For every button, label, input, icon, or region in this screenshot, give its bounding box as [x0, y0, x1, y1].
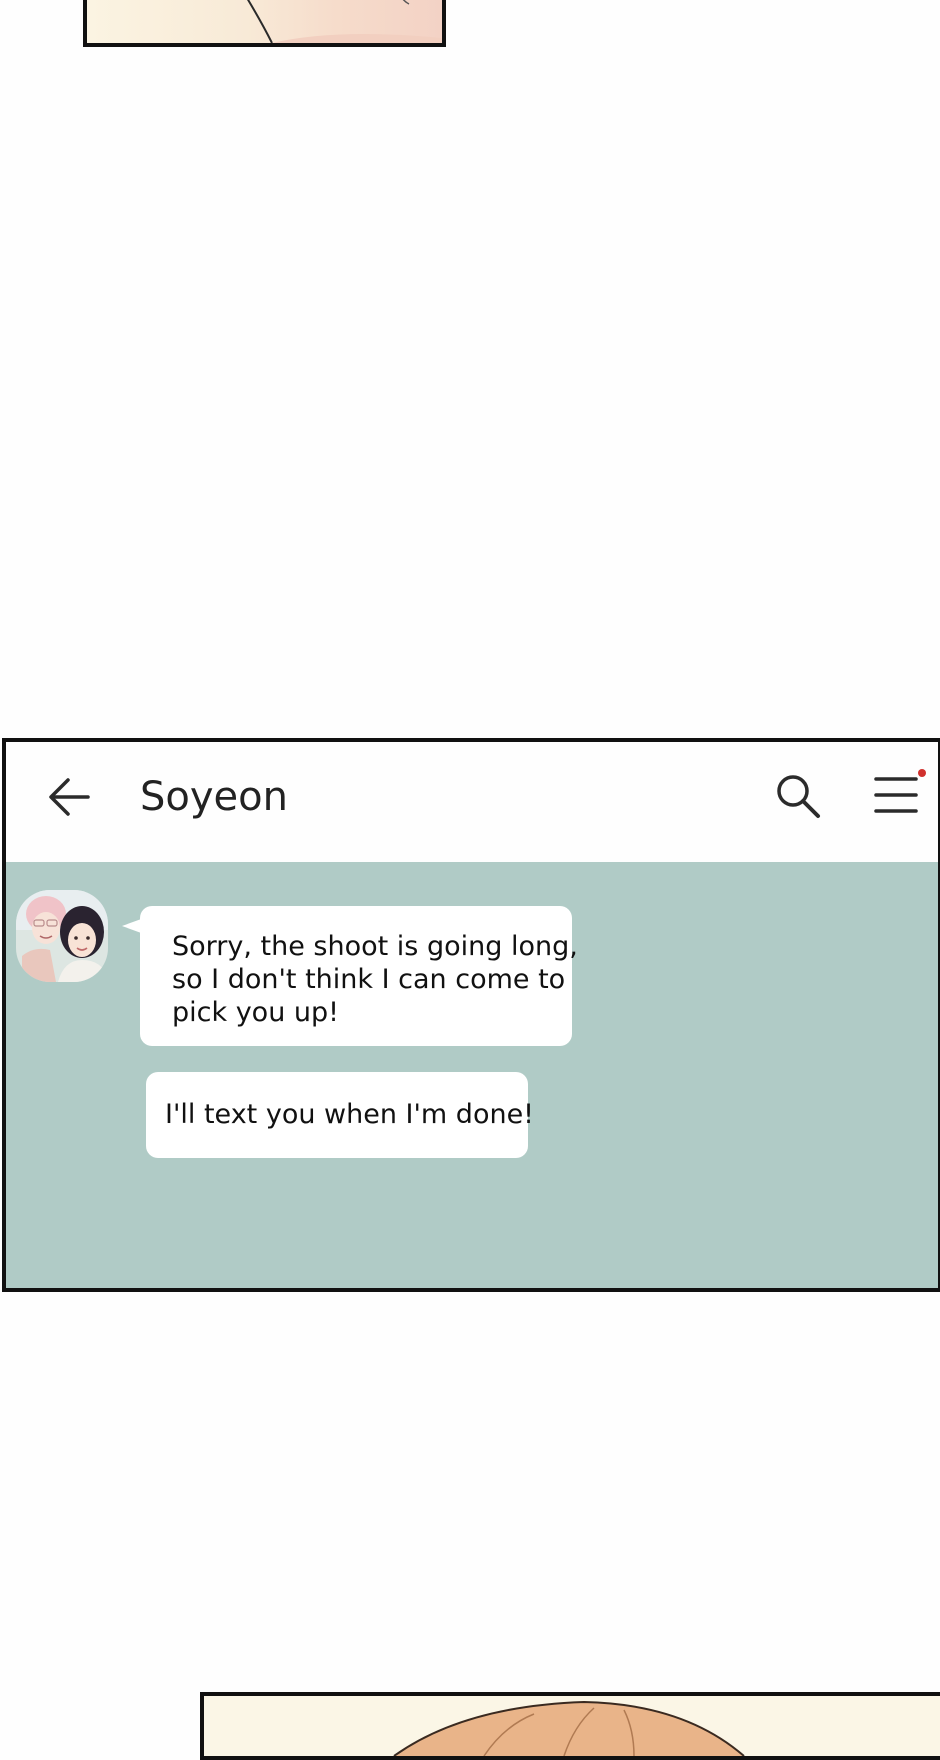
- bottom-panel-illustration: [393, 1700, 745, 1756]
- contact-name: Soyeon: [140, 774, 288, 820]
- menu-icon: [874, 777, 918, 813]
- back-button[interactable]: [44, 772, 94, 822]
- contact-avatar[interactable]: [16, 890, 108, 982]
- avatar-image: [16, 890, 108, 982]
- bottom-comic-panel: [200, 1692, 940, 1760]
- bubble-tail: [122, 918, 144, 934]
- message-text-line: I'll text you when I'm done!: [165, 1099, 535, 1130]
- top-panel-illustration: [247, 0, 442, 43]
- chat-header: Soyeon: [6, 742, 938, 862]
- message-text-line: pick you up!: [172, 997, 339, 1028]
- message-bubble: I'll text you when I'm done!: [146, 1072, 534, 1158]
- message-text-line: so I don't think I can come to: [172, 964, 566, 995]
- message-text-line: Sorry, the shoot is going long,: [172, 931, 578, 962]
- back-arrow-icon: [49, 778, 90, 816]
- chat-screen-panel: Soyeon Sorry, the shoot is going long, s…: [2, 738, 940, 1292]
- message-bubble: Sorry, the shoot is going long, so I don…: [122, 906, 578, 1046]
- notification-dot: [918, 769, 926, 777]
- search-icon: [777, 775, 820, 818]
- menu-button[interactable]: [868, 768, 924, 822]
- top-comic-panel: [83, 0, 446, 47]
- search-button[interactable]: [774, 772, 824, 822]
